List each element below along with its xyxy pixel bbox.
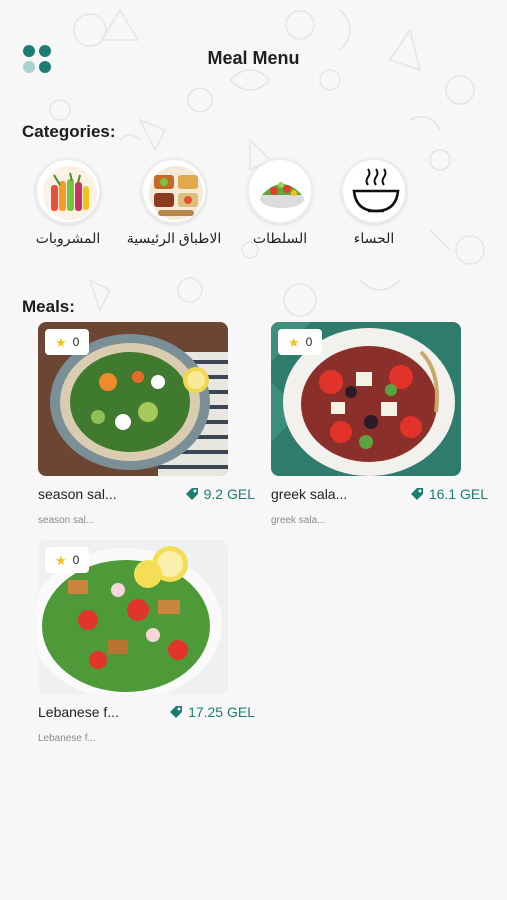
- meal-description: season sal...: [38, 515, 95, 526]
- price-tag-icon: [170, 706, 183, 718]
- category-main-dishes[interactable]: الاطباق الرئيسية: [114, 158, 234, 247]
- rating-value: 0: [72, 335, 80, 349]
- greek-salad-photo: ★ 0: [271, 322, 461, 476]
- categories-title: Categories:: [22, 122, 116, 141]
- meal-card-greek-salad[interactable]: ★ 0 greek sala... 16.1 GEL greek sala...: [271, 322, 491, 526]
- meal-name: season sal...: [38, 486, 117, 502]
- meal-description: greek sala...: [271, 515, 326, 526]
- price-tag-icon: [410, 488, 423, 500]
- meal-price: 16.1 GEL: [410, 486, 488, 502]
- meal-price-value: 16.1 GEL: [428, 486, 488, 502]
- soup-icon: [341, 158, 407, 224]
- rating-badge: ★ 0: [278, 329, 323, 355]
- main-dishes-icon: [141, 158, 207, 224]
- salads-icon: [247, 158, 313, 224]
- rating-badge: ★ 0: [45, 329, 90, 355]
- star-icon: ★: [55, 552, 67, 568]
- category-drinks[interactable]: المشروبات: [8, 158, 128, 247]
- header: Meal Menu: [0, 40, 507, 80]
- star-icon: ★: [55, 334, 67, 350]
- meal-description: Lebanese f...: [38, 733, 96, 744]
- meal-name: greek sala...: [271, 486, 348, 502]
- rating-badge: ★ 0: [45, 547, 90, 573]
- meal-menu-screen: Meal Menu Categories: المشروبات الاطباق …: [0, 0, 507, 900]
- page-title: Meal Menu: [207, 48, 300, 68]
- rating-value: 0: [72, 553, 80, 567]
- meals-title: Meals:: [22, 297, 75, 316]
- meal-card-lebanese-fattoush[interactable]: ★ 0 Lebanese f... 17.25 GEL Lebanese f..…: [38, 540, 258, 744]
- drinks-icon: [35, 158, 101, 224]
- meal-price: 9.2 GEL: [185, 486, 255, 502]
- rating-value: 0: [305, 335, 313, 349]
- meal-price-value: 17.25 GEL: [188, 704, 255, 720]
- category-label: الاطباق الرئيسية: [126, 230, 222, 246]
- meal-price: 17.25 GEL: [169, 704, 255, 720]
- season-salad-photo: ★ 0: [38, 322, 228, 476]
- price-tag-icon: [185, 488, 198, 500]
- category-label: الحساء: [353, 230, 395, 246]
- meal-name: Lebanese f...: [38, 704, 119, 720]
- categories-list: المشروبات الاطباق الرئيسية السلطات الحسا…: [0, 158, 507, 258]
- meal-price-value: 9.2 GEL: [203, 486, 255, 502]
- category-soup[interactable]: الحساء: [314, 158, 434, 247]
- category-label: المشروبات: [35, 230, 101, 246]
- meal-card-season-salad[interactable]: ★ 0 season sal... 9.2 GEL season sal...: [38, 322, 258, 526]
- star-icon: ★: [288, 334, 300, 350]
- lebanese-fattoush-photo: ★ 0: [38, 540, 228, 694]
